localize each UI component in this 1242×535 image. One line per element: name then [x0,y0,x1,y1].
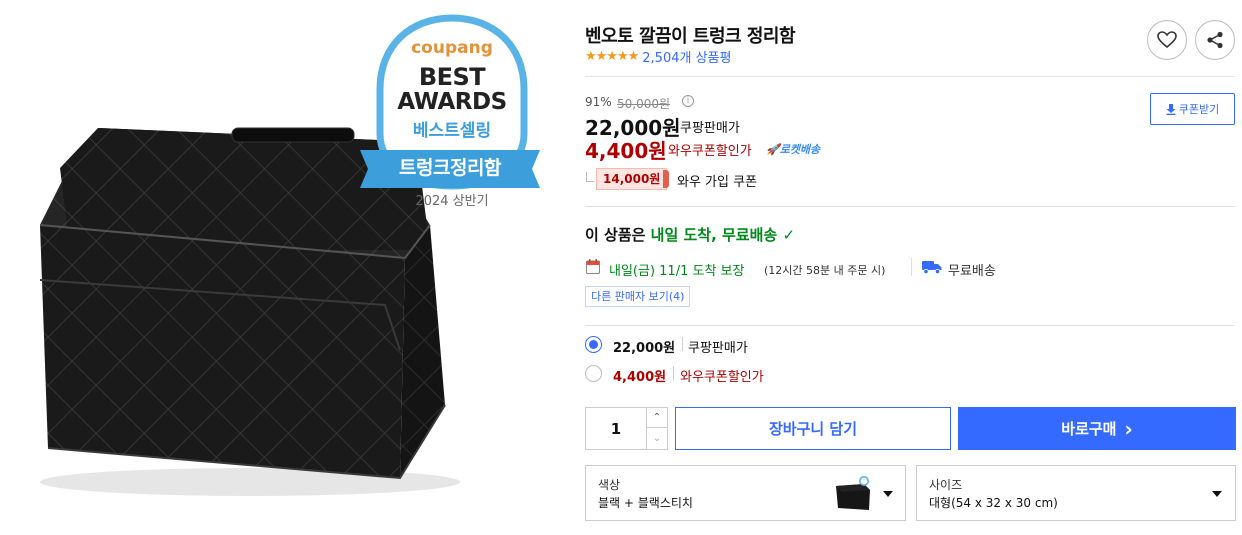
rating-row: ★★★★★ 2,504개 상품평 [585,47,731,66]
divider [585,76,1235,77]
color-thumbnail [836,476,870,510]
free-shipping-label: 무료배송 [948,264,996,279]
wow-price: 4,400원 [585,139,667,163]
share-button[interactable] [1195,20,1235,60]
radio-coupang-price[interactable] [585,336,602,353]
chevron-down-icon [1212,491,1222,497]
badge-category: 트렁크정리함 [399,157,501,179]
buy-now-button[interactable]: 바로구매 › [958,407,1236,450]
share-icon [1207,31,1223,49]
info-icon[interactable]: i [682,95,694,107]
size-select-label: 사이즈 [929,478,963,492]
delivery-headline-prefix: 이 상품은 [585,226,651,244]
other-sellers-button[interactable]: 다른 판매자 보기(4) [585,286,691,307]
calendar-icon [586,259,600,274]
discount-rate: 91% [585,95,612,109]
option-wow-label: 와우쿠폰할인가 [680,370,764,385]
color-select-label: 색상 [598,478,621,492]
truck-icon [922,261,942,274]
product-title: 벤오토 깔끔이 트렁크 정리함 [585,26,796,47]
option-coupang-price: 22,000원 [613,341,676,356]
chevron-down-icon [883,491,893,497]
size-select[interactable]: 사이즈 대형(54 x 32 x 30 cm) [916,465,1236,521]
delivery-date: 내일(금) 11/1 도착 보장 [609,264,745,279]
color-select[interactable]: 색상 블랙 + 블랙스티치 [585,465,906,521]
rating-stars: ★★★★★ [585,48,639,64]
badge-bestselling: 베스트셀링 [412,121,492,141]
delivery-cutoff: (12시간 58분 내 주문 시) [764,264,886,277]
wishlist-button[interactable] [1147,20,1187,60]
quantity-increase-button[interactable]: ⌃ [646,408,667,428]
download-icon [1166,103,1176,115]
coupang-price-label: 쿠팡판매가 [680,121,740,136]
check-icon: ✓ [782,226,796,244]
heart-icon [1157,31,1177,49]
add-to-cart-button[interactable]: 장바구니 담기 [675,407,951,450]
delivery-headline: 이 상품은 내일 도착, 무료배송 ✓ [585,224,795,245]
size-select-value: 대형(54 x 32 x 30 cm) [929,496,1058,510]
divider [585,206,1235,207]
quantity-input[interactable] [586,408,646,449]
option-coupang-label: 쿠팡판매가 [688,341,748,356]
tree-line [586,172,594,182]
buy-now-label: 바로구매 [1061,420,1117,438]
divider [682,337,683,351]
color-select-value: 블랙 + 블랙스티치 [598,496,693,510]
wow-price-label: 와우쿠폰할인가 [668,144,752,159]
divider [911,258,912,276]
badge-period: 2024 상반기 [415,194,489,209]
review-count-link[interactable]: 2,504개 상품평 [642,47,731,66]
divider [673,366,674,380]
quantity-decrease-button[interactable]: ⌄ [646,428,667,449]
badge-brand: coupang [411,38,493,58]
coupon-button-label: 쿠폰받기 [1178,103,1220,116]
divider [585,325,1235,326]
chevron-right-icon: › [1124,416,1133,441]
rocket-delivery-badge: 🚀로켓배송 [766,143,821,156]
badge-awards: AWARDS [397,89,507,115]
option-wow-price: 4,400원 [613,370,667,385]
coupon-download-button[interactable]: 쿠폰받기 [1150,93,1235,125]
radio-wow-price[interactable] [585,365,602,382]
coupon-tag-notch [663,170,669,188]
original-price: 50,000원 [617,97,671,111]
delivery-headline-highlight: 내일 도착, 무료배송 [650,226,778,244]
wow-coupon-label: 와우 가입 쿠폰 [677,175,758,190]
badge-best: BEST [418,63,486,91]
wow-coupon-tag: 14,000원 [596,168,668,190]
